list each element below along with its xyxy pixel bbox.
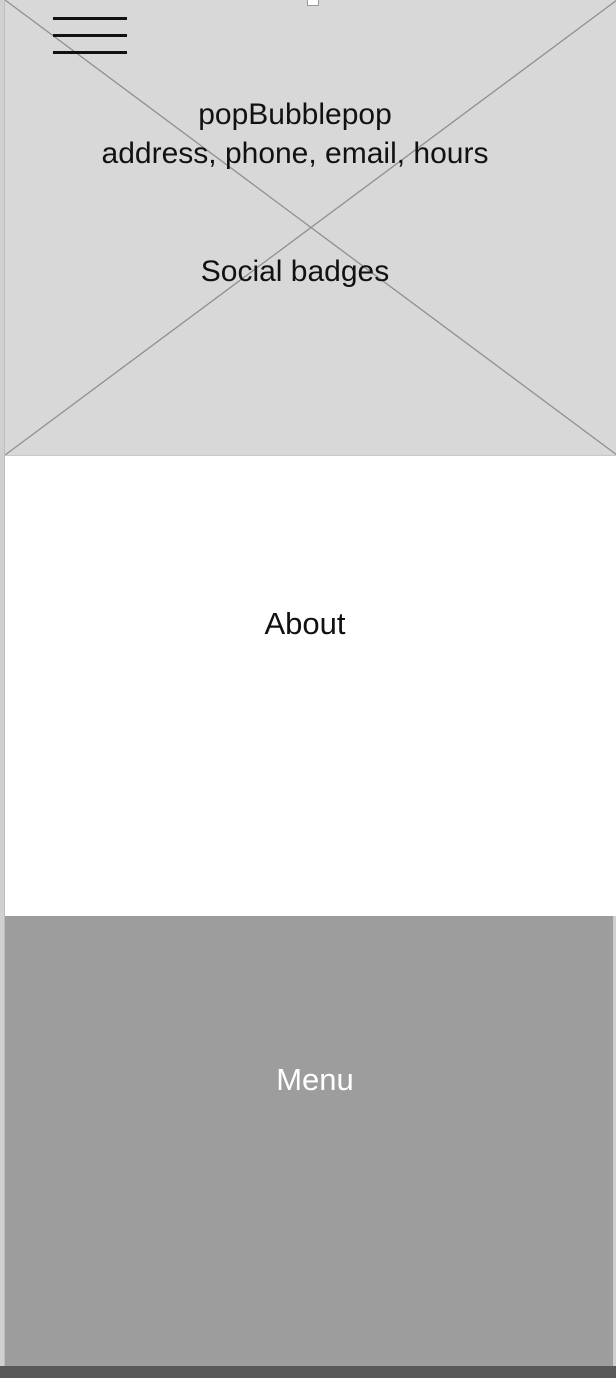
menu-label: Menu xyxy=(276,1062,354,1097)
about-label: About xyxy=(264,606,346,641)
bottom-bar xyxy=(0,1366,616,1378)
hamburger-menu-icon[interactable] xyxy=(53,17,127,57)
menu-section[interactable]: Menu xyxy=(5,916,613,1366)
image-placeholder-cross xyxy=(5,0,616,455)
contact-info: address, phone, email, hours xyxy=(101,137,489,170)
brand-title: popBubblepop xyxy=(198,98,392,131)
page-frame: popBubblepop address, phone, email, hour… xyxy=(4,0,616,1366)
header-image-placeholder: popBubblepop address, phone, email, hour… xyxy=(5,0,616,456)
about-section: About xyxy=(5,456,616,916)
social-badges[interactable]: Social badges xyxy=(5,253,585,291)
resize-handle[interactable] xyxy=(307,0,319,6)
